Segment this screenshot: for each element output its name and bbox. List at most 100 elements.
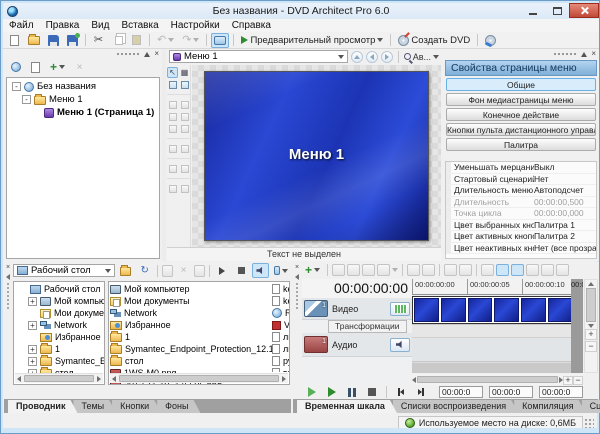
properties-section-button[interactable]: Фон медиастраницы меню bbox=[446, 93, 596, 106]
insert-item-button[interactable]: + bbox=[47, 60, 68, 75]
center-h-tool[interactable] bbox=[167, 111, 178, 122]
file-list-item[interactable]: ру bbox=[272, 355, 290, 367]
preview-button[interactable]: Предварительный просмотр bbox=[238, 33, 386, 48]
marker-in-button[interactable] bbox=[347, 264, 360, 276]
selection-tool-toggle[interactable] bbox=[211, 33, 229, 48]
timeline-vscrollbar[interactable]: + − bbox=[584, 279, 598, 373]
menu-canvas[interactable]: Меню 1 bbox=[204, 71, 429, 241]
file-list-item[interactable]: Мои документы bbox=[110, 295, 288, 307]
property-row[interactable]: Цвет неактивных кнопок Нет (все прозрач.… bbox=[446, 243, 596, 255]
video-frame-thumbnail[interactable] bbox=[521, 298, 546, 322]
properties-section-button[interactable]: Общие bbox=[446, 78, 596, 91]
expand-toggle-icon[interactable]: + bbox=[28, 345, 37, 354]
center-v-tool[interactable] bbox=[179, 111, 190, 122]
undo-button[interactable]: ↶ bbox=[154, 33, 177, 48]
align-left-tool[interactable] bbox=[167, 99, 178, 110]
quantize-toggle[interactable] bbox=[511, 264, 524, 276]
timeline-ruler[interactable]: 00:00:00:0000:00:00:0500:00:00:10 bbox=[412, 279, 583, 295]
property-row[interactable]: Цвет активных кнопок Палитра 2 bbox=[446, 231, 596, 243]
close-button[interactable] bbox=[569, 3, 599, 18]
views-button[interactable] bbox=[271, 263, 291, 278]
menu-item[interactable]: Вставка bbox=[115, 20, 164, 31]
property-value[interactable]: Нет bbox=[534, 174, 596, 184]
go-to-start-button[interactable] bbox=[393, 386, 409, 398]
explorer-tree-item[interactable]: + Network bbox=[15, 319, 103, 331]
burn-disc-button[interactable] bbox=[482, 33, 499, 48]
button-route-tool[interactable] bbox=[179, 79, 190, 90]
copy-button[interactable] bbox=[109, 33, 126, 48]
refresh-button[interactable]: ↻ bbox=[136, 263, 153, 278]
file-list-item[interactable]: Symantec_Endpoint_Protection_12.1.2_RU bbox=[110, 343, 288, 355]
make-dvd-button[interactable]: Создать DVD bbox=[395, 33, 473, 48]
expand-toggle-icon[interactable]: + bbox=[28, 357, 37, 366]
go-to-end-button[interactable] bbox=[413, 386, 429, 398]
video-frame-thumbnail[interactable] bbox=[441, 298, 466, 322]
menu-frames-event[interactable] bbox=[412, 296, 575, 324]
property-value[interactable]: 00:00:00,500 bbox=[534, 197, 596, 207]
paste-button[interactable] bbox=[128, 33, 145, 48]
disc-properties-button[interactable] bbox=[7, 60, 24, 75]
explorer-tree-item[interactable]: Избранное bbox=[15, 331, 103, 343]
explorer-tab[interactable]: Проводник bbox=[8, 400, 77, 413]
project-tree-item[interactable]: Меню 1 (Страница 1) bbox=[9, 106, 157, 119]
play-button[interactable] bbox=[324, 386, 340, 398]
save-button[interactable] bbox=[45, 33, 62, 48]
expand-toggle-icon[interactable]: + bbox=[28, 297, 37, 306]
close-panel-icon[interactable]: × bbox=[154, 50, 159, 58]
collapse-icon[interactable] bbox=[581, 52, 587, 57]
space-across-tool[interactable] bbox=[167, 163, 178, 174]
expand-toggle-icon[interactable]: + bbox=[28, 321, 37, 330]
property-value[interactable]: Автоподсчет bbox=[534, 185, 596, 195]
dock-icon[interactable] bbox=[6, 274, 10, 280]
insert-media-button[interactable]: + bbox=[302, 263, 323, 278]
fit-grid-tool[interactable] bbox=[167, 183, 178, 194]
align-bottom-tool[interactable] bbox=[179, 123, 190, 134]
property-value[interactable]: Палитра 1 bbox=[534, 220, 596, 230]
zoom-in-time-button[interactable]: + bbox=[563, 376, 573, 385]
selection-end-box[interactable]: 00:00:0 bbox=[489, 386, 533, 398]
video-frame-thumbnail[interactable] bbox=[468, 298, 493, 322]
expand-toggle-icon[interactable] bbox=[32, 108, 41, 117]
explorer-tab[interactable]: Фоны bbox=[157, 400, 200, 413]
property-value[interactable]: Нет (все прозрач... bbox=[534, 243, 596, 253]
align-right-tool[interactable] bbox=[167, 123, 178, 134]
collapse-icon[interactable] bbox=[144, 52, 150, 57]
transform-track-row[interactable] bbox=[412, 325, 583, 338]
property-row[interactable]: Длительность меню Автоподсчет bbox=[446, 185, 596, 197]
auto-ripple-toggle[interactable] bbox=[496, 264, 509, 276]
new-folder-button[interactable] bbox=[162, 265, 173, 277]
expand-toggle-icon[interactable]: - bbox=[22, 95, 31, 104]
new-project-button[interactable] bbox=[6, 33, 23, 48]
video-frame-thumbnail[interactable] bbox=[548, 298, 573, 322]
pause-button[interactable] bbox=[344, 386, 360, 398]
file-list-item[interactable]: ke bbox=[272, 283, 290, 295]
select-tool[interactable]: ↖ bbox=[167, 67, 178, 78]
timeline-hscrollbar[interactable]: + − bbox=[412, 374, 583, 385]
delete-file-button[interactable]: × bbox=[175, 263, 192, 278]
open-button[interactable] bbox=[25, 33, 43, 48]
close-panel-icon[interactable]: × bbox=[591, 50, 596, 58]
menu-item[interactable]: Справка bbox=[226, 20, 277, 31]
expand-toggle-icon[interactable] bbox=[18, 285, 27, 294]
file-list-item[interactable]: ли bbox=[272, 343, 290, 355]
zoom-out-track-button[interactable]: − bbox=[585, 341, 597, 352]
nav-forward-button[interactable] bbox=[381, 51, 393, 63]
dock-icon[interactable] bbox=[295, 274, 299, 280]
file-list-item[interactable]: Избранное bbox=[110, 319, 288, 331]
menu-item[interactable]: Правка bbox=[40, 20, 86, 31]
stop-media-button[interactable] bbox=[233, 263, 250, 278]
splitter[interactable] bbox=[162, 49, 166, 261]
selection-length-box[interactable]: 00:00:0 bbox=[539, 386, 583, 398]
menu-title-text[interactable]: Меню 1 bbox=[205, 146, 428, 163]
file-list-item[interactable]: 1 bbox=[110, 331, 288, 343]
insert-page-button[interactable] bbox=[27, 60, 44, 75]
explorer-tree-item[interactable]: Мои документы bbox=[15, 307, 103, 319]
nav-up-button[interactable] bbox=[351, 51, 363, 63]
lock-envelopes-button[interactable] bbox=[422, 264, 435, 276]
play-from-start-button[interactable] bbox=[304, 386, 320, 398]
minimize-button[interactable] bbox=[521, 3, 545, 18]
button-order-tool[interactable] bbox=[167, 79, 178, 90]
explorer-tab[interactable]: Темы bbox=[73, 400, 116, 413]
same-height-tool[interactable] bbox=[179, 143, 190, 154]
file-list-item[interactable]: Vi bbox=[272, 319, 290, 331]
